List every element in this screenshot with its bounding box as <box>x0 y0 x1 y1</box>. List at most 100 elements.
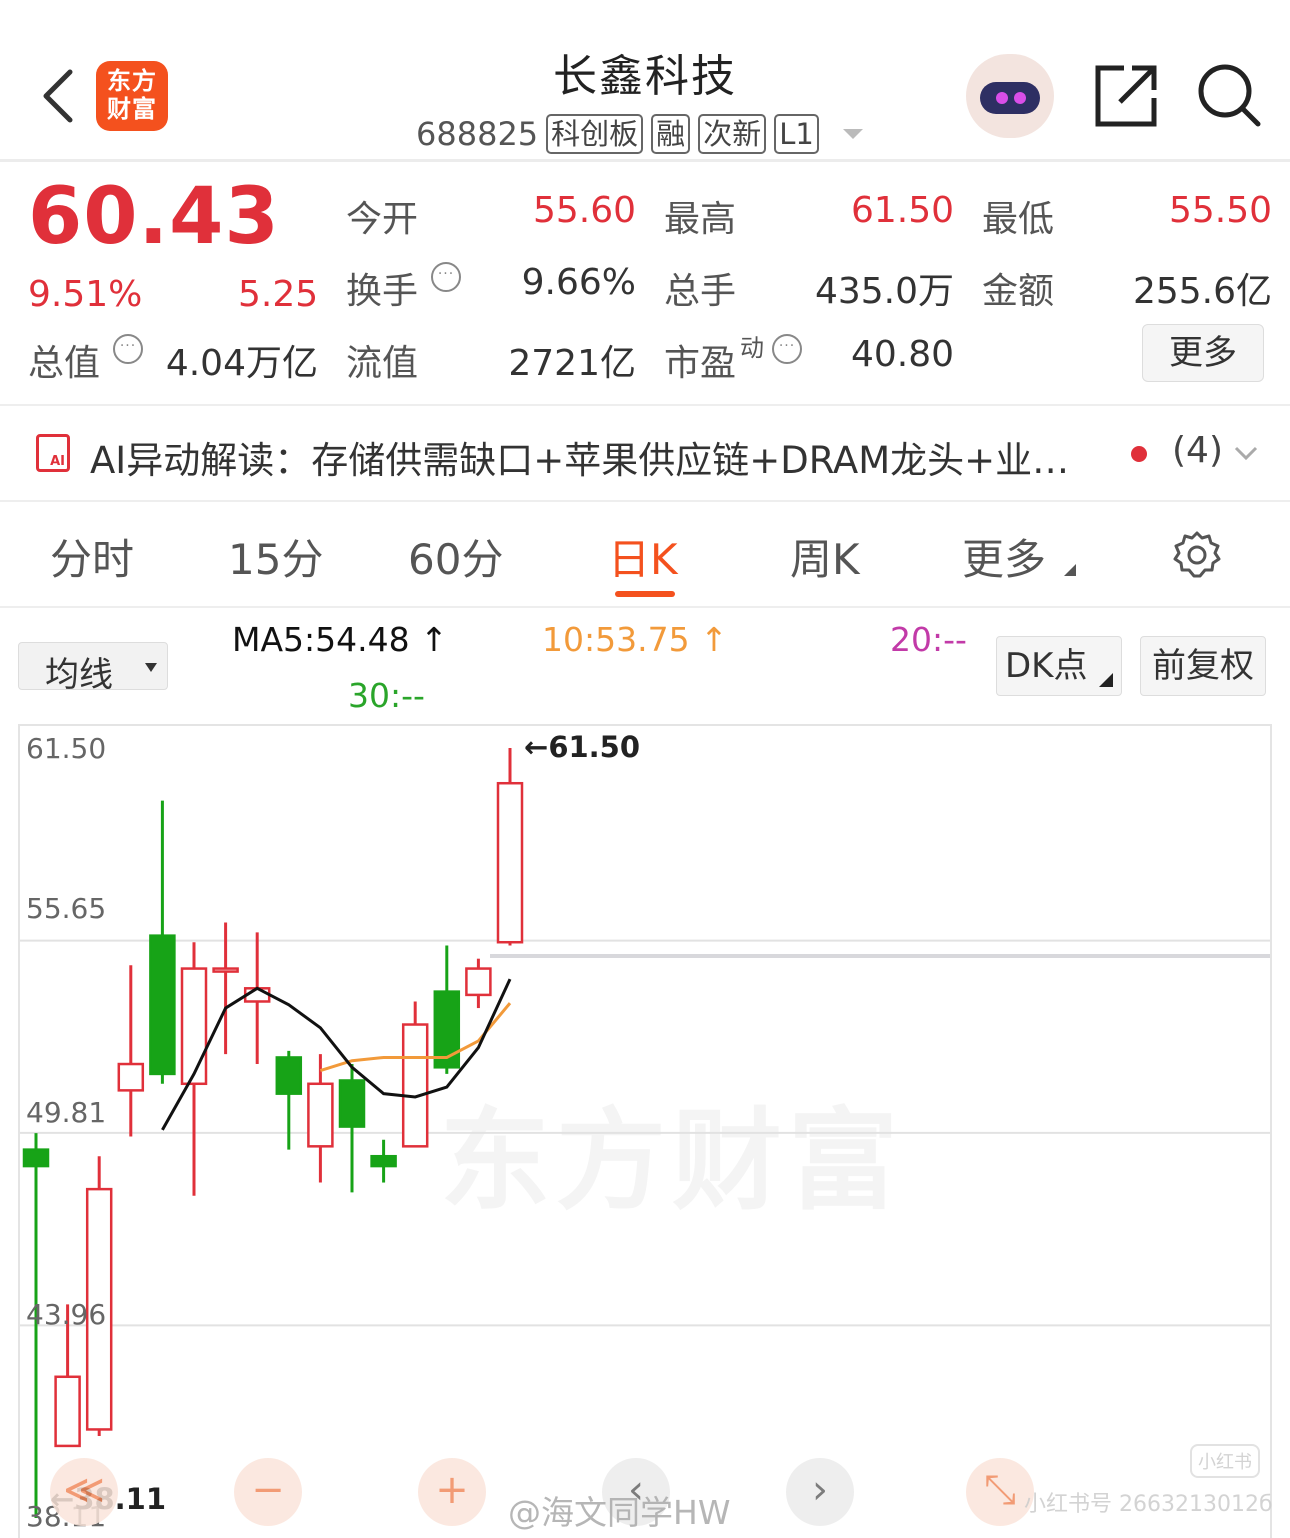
robot-face-icon <box>980 82 1040 114</box>
y-tick-label: 61.50 <box>26 732 107 765</box>
high-marker-label: ←61.50 <box>524 730 641 764</box>
divider <box>0 500 1290 502</box>
scroll-left-fast-button[interactable]: ≪ <box>50 1458 118 1526</box>
candle-body <box>307 1082 334 1148</box>
tag-margin: 融 <box>651 114 691 154</box>
scroll-right-button[interactable]: › <box>786 1458 854 1526</box>
stock-code: 688825 <box>416 115 539 153</box>
pe-label: 市盈 <box>664 343 737 384</box>
tab-15min[interactable]: 15分 <box>228 526 323 587</box>
tag-level: L1 <box>774 114 819 154</box>
info-icon[interactable]: ··· <box>431 262 461 292</box>
indicator-select[interactable]: 均线 <box>18 642 168 695</box>
candle-body <box>22 1148 50 1168</box>
minus-icon: − <box>251 1467 285 1513</box>
candle-body <box>401 1023 429 1148</box>
xhs-id-watermark: 小红书号 2663213012б <box>1024 1492 1273 1517</box>
tab-more[interactable]: 更多 <box>962 526 1046 587</box>
open-value: 55.60 <box>532 190 636 231</box>
candle-body <box>117 1062 145 1092</box>
stock-name: 长鑫科技 <box>553 51 737 102</box>
candle-body <box>275 1056 303 1095</box>
divider <box>0 606 1290 608</box>
high-marker-value: 61.50 <box>548 730 641 764</box>
candle-body <box>149 934 176 1076</box>
brand-logo[interactable]: 东方财富 <box>96 61 168 131</box>
weibo-watermark: @海文同学HW <box>508 1493 731 1532</box>
y-tick-label: 49.81 <box>26 1096 107 1129</box>
dk-point-label: DK点 <box>1005 646 1088 686</box>
forward-adjust-button[interactable]: 前复权 <box>1140 636 1266 696</box>
low-value: 55.50 <box>1168 190 1272 231</box>
info-icon[interactable]: ··· <box>113 334 143 364</box>
more-quote-button[interactable]: 更多 <box>1142 324 1264 382</box>
tab-60min[interactable]: 60分 <box>408 526 503 587</box>
share-icon[interactable] <box>1094 64 1158 128</box>
xhs-logo-watermark: 小红书 <box>1190 1444 1260 1478</box>
indicator-select-label: 均线 <box>45 655 113 695</box>
y-tick-label: 55.65 <box>26 892 107 925</box>
tab-intraday[interactable]: 分时 <box>50 526 134 587</box>
turnover-label: 换手 <box>346 271 419 312</box>
corner-triangle-icon <box>1099 673 1113 687</box>
double-chevron-left-icon: ≪ <box>63 1467 105 1513</box>
stock-code-line[interactable]: 688825 科创板 融 次新 L1 <box>416 112 863 156</box>
chevron-right-icon: › <box>812 1467 828 1513</box>
amount-label: 金额 <box>982 271 1055 312</box>
candle-body <box>370 1154 397 1168</box>
ai-report-icon: AI <box>36 434 70 472</box>
tab-weekly-k[interactable]: 周K <box>790 526 860 587</box>
open-label: 今开 <box>346 199 419 240</box>
ma5-readout: MA5:54.48 ↑ <box>232 620 448 659</box>
ma20-readout: 20:-- <box>890 620 967 659</box>
unread-dot <box>1131 446 1147 462</box>
ai-assistant-avatar[interactable] <box>966 54 1054 138</box>
chevron-down-icon[interactable] <box>1234 444 1258 462</box>
info-icon[interactable]: ··· <box>772 334 802 364</box>
zoom-in-button[interactable]: + <box>418 1458 486 1526</box>
ai-analysis-text[interactable]: AI异动解读：存储供需缺口+苹果供应链+DRAM龙头+业… <box>90 430 1090 484</box>
candle-body <box>338 1079 366 1128</box>
kline-chart[interactable]: 东方财富 61.50 55.65 49.81 43.96 38.11 ←61.5… <box>18 724 1272 1538</box>
top-nav-bar: 东方财富 长鑫科技 688825 科创板 融 次新 L1 <box>0 0 1290 162</box>
market-cap-label: 总值 <box>28 343 101 384</box>
float-cap-value: 2721亿 <box>508 343 636 384</box>
market-cap-value: 4.04万亿 <box>165 343 318 384</box>
kline-svg <box>20 748 1270 1518</box>
y-tick-label: 43.96 <box>26 1298 107 1331</box>
candle-body <box>212 967 239 973</box>
current-price: 60.43 <box>28 172 280 262</box>
zoom-out-button[interactable]: − <box>234 1458 302 1526</box>
turnover-value: 9.66% <box>521 262 636 303</box>
dk-point-button[interactable]: DK点 <box>996 636 1122 696</box>
candle-body <box>465 967 492 997</box>
gear-icon[interactable] <box>1172 530 1222 580</box>
amount-value: 255.6亿 <box>1132 271 1272 312</box>
high-value: 61.50 <box>850 190 954 231</box>
robot-eye-right <box>1014 92 1026 104</box>
tag-board: 科创板 <box>546 114 644 154</box>
float-cap-label: 流值 <box>346 343 419 384</box>
corner-triangle-icon <box>1064 564 1076 576</box>
active-tab-indicator <box>615 591 675 597</box>
dropdown-triangle-icon <box>145 663 157 672</box>
ai-icon-text: AI <box>50 454 65 469</box>
chevron-down-icon[interactable] <box>842 129 863 139</box>
tag-new: 次新 <box>698 114 767 154</box>
volume-value: 435.0万 <box>814 271 954 312</box>
high-label: 最高 <box>664 199 737 240</box>
candle-body <box>496 781 524 944</box>
plus-icon: + <box>435 1467 469 1513</box>
tab-daily-k[interactable]: 日K <box>608 526 678 587</box>
ai-count: (4) <box>1172 430 1223 471</box>
search-icon[interactable] <box>1196 62 1262 128</box>
candle-body <box>54 1375 81 1448</box>
divider <box>0 404 1290 406</box>
pe-dynamic-sup: 动 <box>740 334 764 362</box>
change-value: 5.25 <box>238 274 319 315</box>
ma30-readout: 30:-- <box>348 676 425 715</box>
ma10-readout: 10:53.75 ↑ <box>542 620 728 659</box>
change-percent: 9.51% <box>28 274 143 315</box>
candle-body <box>180 967 208 1086</box>
back-arrow-icon[interactable] <box>38 66 78 126</box>
